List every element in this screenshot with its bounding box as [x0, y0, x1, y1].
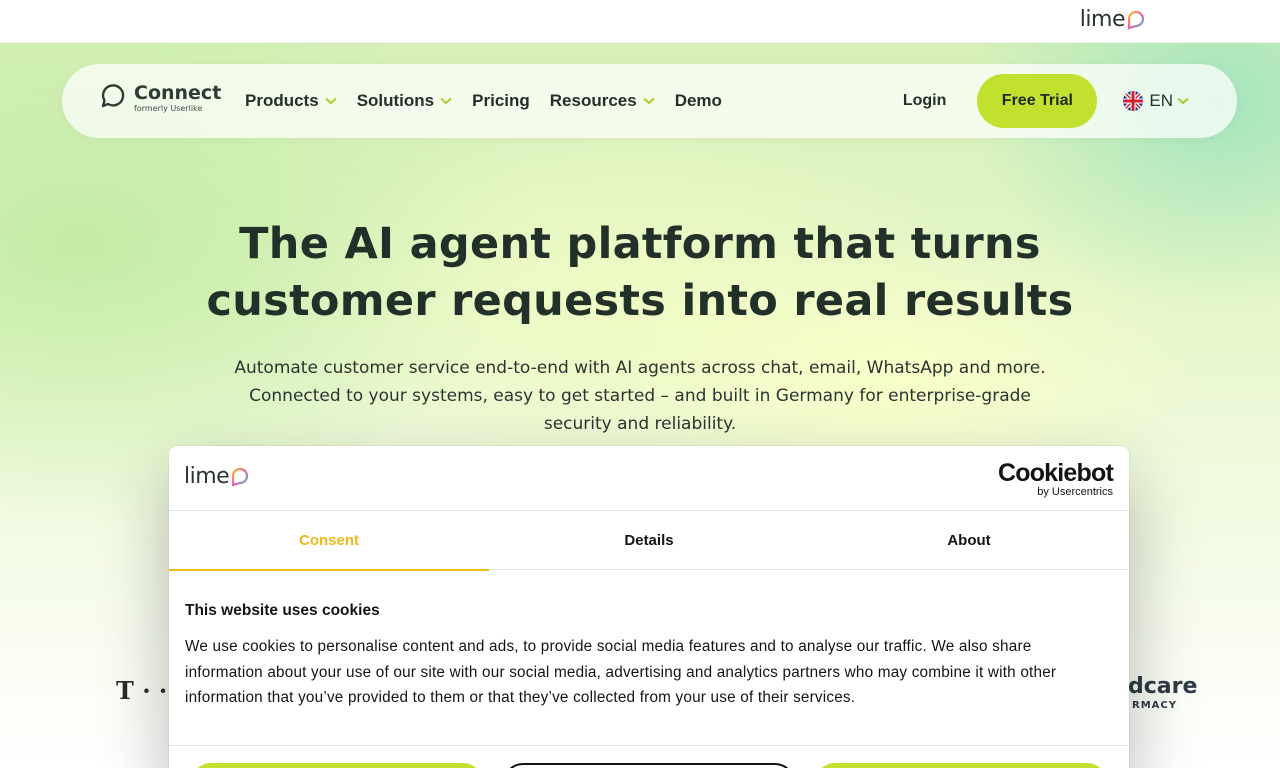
nav-item-label: Solutions [356, 91, 435, 110]
partner-logo-subtext: RMACY [1132, 700, 1177, 711]
cookie-action-button-1[interactable] [191, 763, 483, 768]
lime-logo: lime [184, 464, 251, 489]
tab-about[interactable]: About [809, 511, 1129, 570]
tab-consent[interactable]: Consent [169, 511, 489, 571]
chevron-down-icon [1177, 97, 1189, 105]
main-navigation: Connect formerly Userlike Products Solut… [62, 64, 1237, 138]
partner-logo-text: dcare [1128, 674, 1198, 699]
hero-title: The AI agent platform that turns custome… [140, 216, 1140, 330]
cookiebot-logo-subtext: by Usercentrics [1037, 486, 1113, 498]
nav-item-pricing[interactable]: Pricing [472, 91, 530, 111]
chat-bubble-icon [101, 84, 125, 108]
top-brand-bar: lime [0, 0, 1280, 43]
cookiebot-logo[interactable]: Cookiebot by Usercentrics [997, 459, 1114, 498]
nav-item-label: Demo [674, 91, 722, 110]
lime-logo-mark-icon [1127, 10, 1145, 29]
cookie-dialog-header: lime Cookiebot by Usercentrics [169, 446, 1129, 511]
connect-brand-logo[interactable]: Connect formerly Userlike [98, 82, 221, 114]
cookie-action-button-2[interactable] [503, 763, 795, 768]
cookie-dialog-text: We use cookies to personalise content an… [185, 638, 1057, 706]
cookiebot-logo-text: Cookiebot [997, 459, 1114, 487]
lime-logo-mark-icon [232, 467, 249, 486]
nav-item-resources[interactable]: Resources [550, 91, 655, 111]
free-trial-button[interactable]: Free Trial [977, 74, 1098, 128]
lime-logo-text: lime [184, 464, 230, 489]
cookie-action-button-3[interactable] [815, 763, 1107, 768]
hero-subtitle-line: security and reliability. [543, 414, 737, 434]
nav-links: Products Solutions Pricing Resources Dem… [245, 64, 742, 138]
hero-title-line: customer requests into real results [206, 276, 1074, 326]
lime-logo-text: lime [1079, 7, 1126, 32]
chevron-down-icon [440, 97, 452, 105]
cookie-dialog-body: This website uses cookies We use cookies… [185, 602, 1113, 711]
nav-actions: Login Free Trial EN [903, 64, 1237, 138]
chevron-down-icon [325, 97, 337, 105]
cookie-dialog-tabs: Consent Details About [169, 511, 1129, 571]
nav-item-label: Pricing [472, 91, 530, 110]
nav-item-label: Resources [549, 91, 637, 110]
hero-title-line: The AI agent platform that turns [239, 219, 1041, 269]
partner-logo-pharmacy: dcare RMACY [1128, 674, 1197, 711]
brand-subtitle: formerly Userlike [134, 104, 203, 113]
nav-item-solutions[interactable]: Solutions [357, 91, 452, 111]
uk-flag-icon [1123, 91, 1144, 111]
cookie-dialog-title: This website uses cookies [185, 602, 380, 619]
hero-subtitle: Automate customer service end-to-end wit… [200, 354, 1080, 438]
lime-logo[interactable]: lime [1080, 7, 1147, 32]
tab-details[interactable]: Details [489, 511, 809, 570]
nav-item-label: Products [245, 91, 319, 110]
chevron-down-icon [643, 97, 655, 105]
nav-item-demo[interactable]: Demo [675, 91, 722, 111]
nav-item-products[interactable]: Products [245, 91, 337, 111]
language-label: EN [1149, 91, 1173, 110]
cookie-consent-dialog: lime Cookiebot by Usercentrics Consent D… [169, 446, 1129, 768]
brand-name: Connect [134, 82, 222, 104]
hero-subtitle-line: Connected to your systems, easy to get s… [249, 386, 1031, 406]
language-selector[interactable]: EN [1123, 91, 1189, 111]
hero-subtitle-line: Automate customer service end-to-end wit… [234, 358, 1046, 378]
cookie-dialog-actions [169, 745, 1129, 768]
login-link[interactable]: Login [903, 92, 947, 110]
